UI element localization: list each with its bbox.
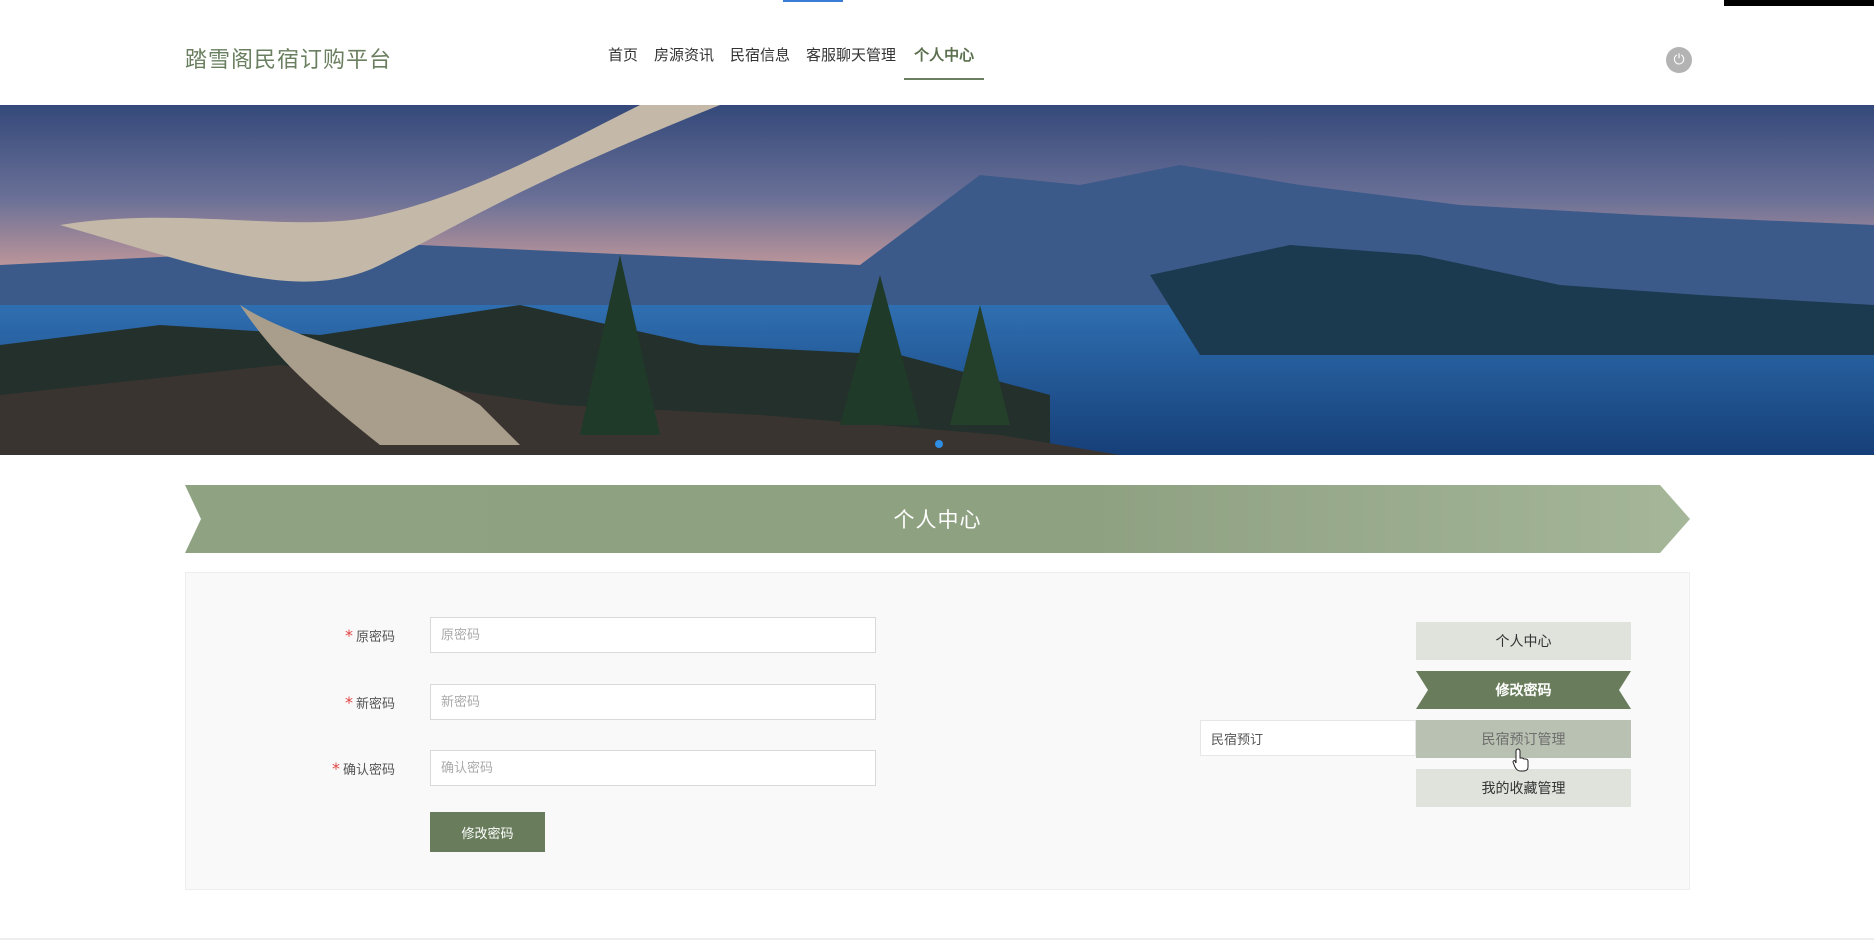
side-item-change-password[interactable]: 修改密码 [1416, 671, 1631, 709]
site-title[interactable]: 踏雪阁民宿订购平台 [185, 42, 392, 74]
footer-divider [0, 938, 1874, 940]
section-title-bar: 个人中心 [185, 485, 1690, 553]
nav-personal-center[interactable]: 个人中心 [904, 36, 985, 80]
nav-customer-chat[interactable]: 客服聊天管理 [798, 36, 904, 68]
old-password-input[interactable] [430, 617, 876, 653]
carousel-dot[interactable] [935, 440, 943, 448]
required-star: * [331, 759, 340, 778]
side-item-favorites-management[interactable]: 我的收藏管理 [1416, 769, 1631, 807]
side-item-personal-center[interactable]: 个人中心 [1416, 622, 1631, 660]
side-item-label: 修改密码 [1495, 683, 1552, 699]
banner-scenery [0, 105, 1874, 455]
required-star: * [344, 693, 353, 712]
section-title: 个人中心 [893, 508, 982, 532]
submenu-booking[interactable]: 民宿预订 [1200, 720, 1416, 756]
hand-cursor-icon [1512, 748, 1529, 772]
nav-listings-news[interactable]: 房源资讯 [646, 36, 722, 68]
old-password-label: * 原密码 [344, 626, 395, 645]
change-password-button[interactable]: 修改密码 [430, 812, 545, 852]
nav-homestay-info[interactable]: 民宿信息 [722, 36, 798, 68]
confirm-password-input[interactable] [430, 750, 876, 786]
confirm-password-label: * 确认密码 [331, 759, 395, 778]
site-header: 踏雪阁民宿订购平台 首页 房源资讯 民宿信息 客服聊天管理 个人中心 ⏻ [0, 6, 1874, 105]
main-nav: 首页 房源资讯 民宿信息 客服聊天管理 个人中心 [600, 36, 985, 80]
nav-home[interactable]: 首页 [600, 36, 646, 68]
new-password-input[interactable] [430, 684, 876, 720]
required-star: * [344, 626, 353, 645]
new-password-label: * 新密码 [344, 693, 395, 712]
banner-image [0, 105, 1874, 455]
top-progress-indicator [783, 0, 843, 2]
power-icon[interactable]: ⏻ [1666, 47, 1692, 73]
